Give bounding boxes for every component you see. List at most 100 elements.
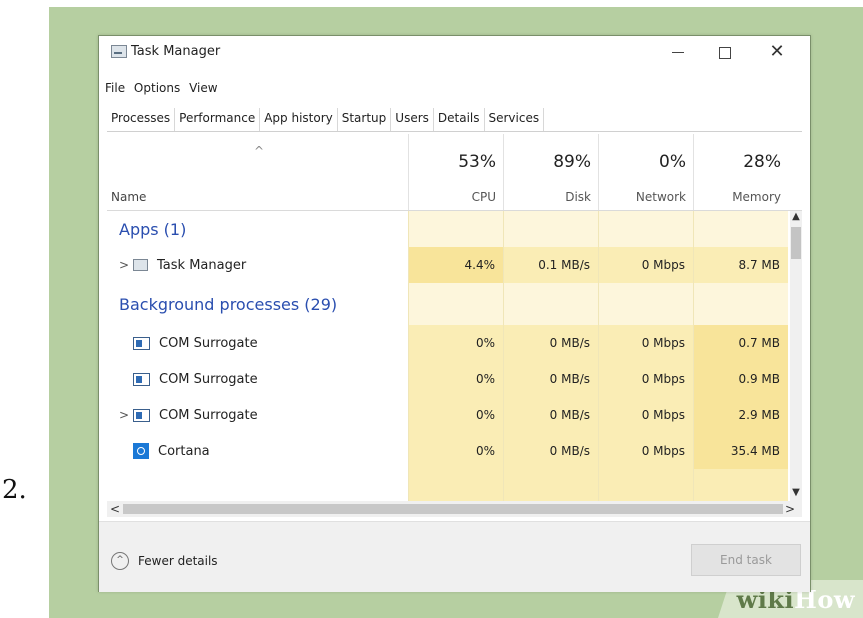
group-cell xyxy=(503,211,598,247)
table-row[interactable]: COM Surrogate 0% 0 MB/s 0 Mbps 0.9 MB xyxy=(107,361,790,397)
process-name-cell: COM Surrogate xyxy=(119,325,258,361)
menu-bar: File Options View xyxy=(105,81,223,95)
partial-cell xyxy=(693,469,788,501)
task-manager-app-icon xyxy=(111,45,127,58)
table-row[interactable]: > COM Surrogate 0% 0 MB/s 0 Mbps 2.9 MB xyxy=(107,397,790,433)
tab-performance[interactable]: Performance xyxy=(175,108,261,131)
tab-services[interactable]: Services xyxy=(485,108,545,131)
maximize-button[interactable] xyxy=(702,36,748,68)
vertical-scroll-thumb[interactable] xyxy=(791,227,801,259)
process-name: Cortana xyxy=(158,443,210,459)
title-bar[interactable]: Task Manager ✕ xyxy=(99,36,810,68)
com-surrogate-icon xyxy=(133,336,150,350)
process-name-cell: COM Surrogate xyxy=(119,361,258,397)
network-cell: 0 Mbps xyxy=(598,433,693,469)
process-name-cell: > Task Manager xyxy=(119,247,246,283)
cpu-cell: 0% xyxy=(408,397,503,433)
task-manager-icon xyxy=(133,259,148,271)
memory-cell: 0.7 MB xyxy=(693,325,788,361)
network-label: Network xyxy=(635,190,686,204)
memory-cell: 0.9 MB xyxy=(693,361,788,397)
tab-users[interactable]: Users xyxy=(391,108,434,131)
memory-percent: 28% xyxy=(743,152,781,172)
group-cell xyxy=(503,283,598,325)
header-cpu[interactable]: 53% CPU xyxy=(408,134,504,210)
memory-label: Memory xyxy=(732,190,781,204)
cpu-label: CPU xyxy=(471,190,496,204)
vertical-scrollbar[interactable]: ▲ ▼ xyxy=(790,211,802,501)
close-icon: ✕ xyxy=(769,41,785,62)
disk-cell: 0 MB/s xyxy=(503,433,598,469)
network-cell: 0 Mbps xyxy=(598,397,693,433)
scroll-up-arrow-icon[interactable]: ▲ xyxy=(790,211,802,225)
scroll-down-arrow-icon[interactable]: ▼ xyxy=(790,487,802,501)
group-cell xyxy=(598,283,693,325)
process-list: Apps (1) > Task Manager 4.4% 0.1 MB/s 0 … xyxy=(107,211,790,501)
menu-view[interactable]: View xyxy=(189,81,217,95)
header-disk[interactable]: 89% Disk xyxy=(503,134,599,210)
tab-startup[interactable]: Startup xyxy=(338,108,392,131)
scroll-left-arrow-icon[interactable]: < xyxy=(107,501,123,517)
table-row[interactable]: > Task Manager 4.4% 0.1 MB/s 0 Mbps 8.7 … xyxy=(107,247,790,283)
group-label: Background processes (29) xyxy=(119,294,338,314)
group-cell xyxy=(408,283,503,325)
expand-chevron-icon[interactable]: > xyxy=(119,408,133,422)
footer-bar: ^ Fewer details End task xyxy=(99,521,810,592)
table-row[interactable]: COM Surrogate 0% 0 MB/s 0 Mbps 0.7 MB xyxy=(107,325,790,361)
process-name: COM Surrogate xyxy=(159,407,258,423)
memory-cell: 35.4 MB xyxy=(693,433,788,469)
group-row-background[interactable]: Background processes (29) xyxy=(107,283,790,325)
table-row[interactable]: Cortana 0% 0 MB/s 0 Mbps 35.4 MB xyxy=(107,433,790,469)
tabs-divider xyxy=(107,131,802,132)
network-percent: 0% xyxy=(659,152,686,172)
expand-chevron-icon[interactable]: > xyxy=(119,258,133,272)
partial-cell xyxy=(408,469,503,501)
close-button[interactable]: ✕ xyxy=(754,36,800,68)
sort-caret-icon[interactable]: ^ xyxy=(254,144,264,158)
maximize-icon xyxy=(719,46,731,59)
group-cell xyxy=(598,211,693,247)
cpu-cell: 4.4% xyxy=(408,247,503,283)
group-row-apps[interactable]: Apps (1) xyxy=(107,211,790,247)
disk-label: Disk xyxy=(565,190,591,204)
tab-app-history[interactable]: App history xyxy=(260,108,338,131)
menu-file[interactable]: File xyxy=(105,81,125,95)
network-cell: 0 Mbps xyxy=(598,247,693,283)
disk-cell: 0 MB/s xyxy=(503,325,598,361)
horizontal-scrollbar[interactable]: < > xyxy=(107,501,802,517)
header-memory[interactable]: 28% Memory xyxy=(693,134,789,210)
process-name: Task Manager xyxy=(157,257,247,273)
tab-processes[interactable]: Processes xyxy=(107,108,176,131)
com-surrogate-icon xyxy=(133,372,150,386)
group-label: Apps (1) xyxy=(119,219,187,239)
com-surrogate-icon xyxy=(133,408,150,422)
partial-cell xyxy=(598,469,693,501)
cpu-cell: 0% xyxy=(408,325,503,361)
chevron-up-circle-icon: ^ xyxy=(111,552,129,570)
disk-cell: 0.1 MB/s xyxy=(503,247,598,283)
group-cell xyxy=(693,211,788,247)
scroll-right-arrow-icon[interactable]: > xyxy=(782,501,798,517)
process-name: COM Surrogate xyxy=(159,335,258,351)
group-cell xyxy=(408,211,503,247)
network-cell: 0 Mbps xyxy=(598,325,693,361)
partial-row xyxy=(107,469,790,501)
step-number: 2. xyxy=(2,475,27,505)
network-cell: 0 Mbps xyxy=(598,361,693,397)
cortana-icon xyxy=(133,443,149,459)
horizontal-scroll-thumb[interactable] xyxy=(123,504,783,514)
disk-cell: 0 MB/s xyxy=(503,397,598,433)
disk-cell: 0 MB/s xyxy=(503,361,598,397)
group-cell xyxy=(693,283,788,325)
process-name-cell: > COM Surrogate xyxy=(119,397,258,433)
end-task-button[interactable]: End task xyxy=(691,544,801,576)
header-network[interactable]: 0% Network xyxy=(598,134,694,210)
fewer-details-button[interactable]: ^ Fewer details xyxy=(111,552,218,570)
tab-details[interactable]: Details xyxy=(434,108,485,131)
fewer-details-label: Fewer details xyxy=(138,554,218,568)
task-manager-window: Task Manager ✕ File Options View Process… xyxy=(98,35,811,592)
menu-options[interactable]: Options xyxy=(134,81,180,95)
memory-cell: 8.7 MB xyxy=(693,247,788,283)
minimize-button[interactable] xyxy=(655,36,701,68)
header-name[interactable]: Name xyxy=(111,190,146,204)
